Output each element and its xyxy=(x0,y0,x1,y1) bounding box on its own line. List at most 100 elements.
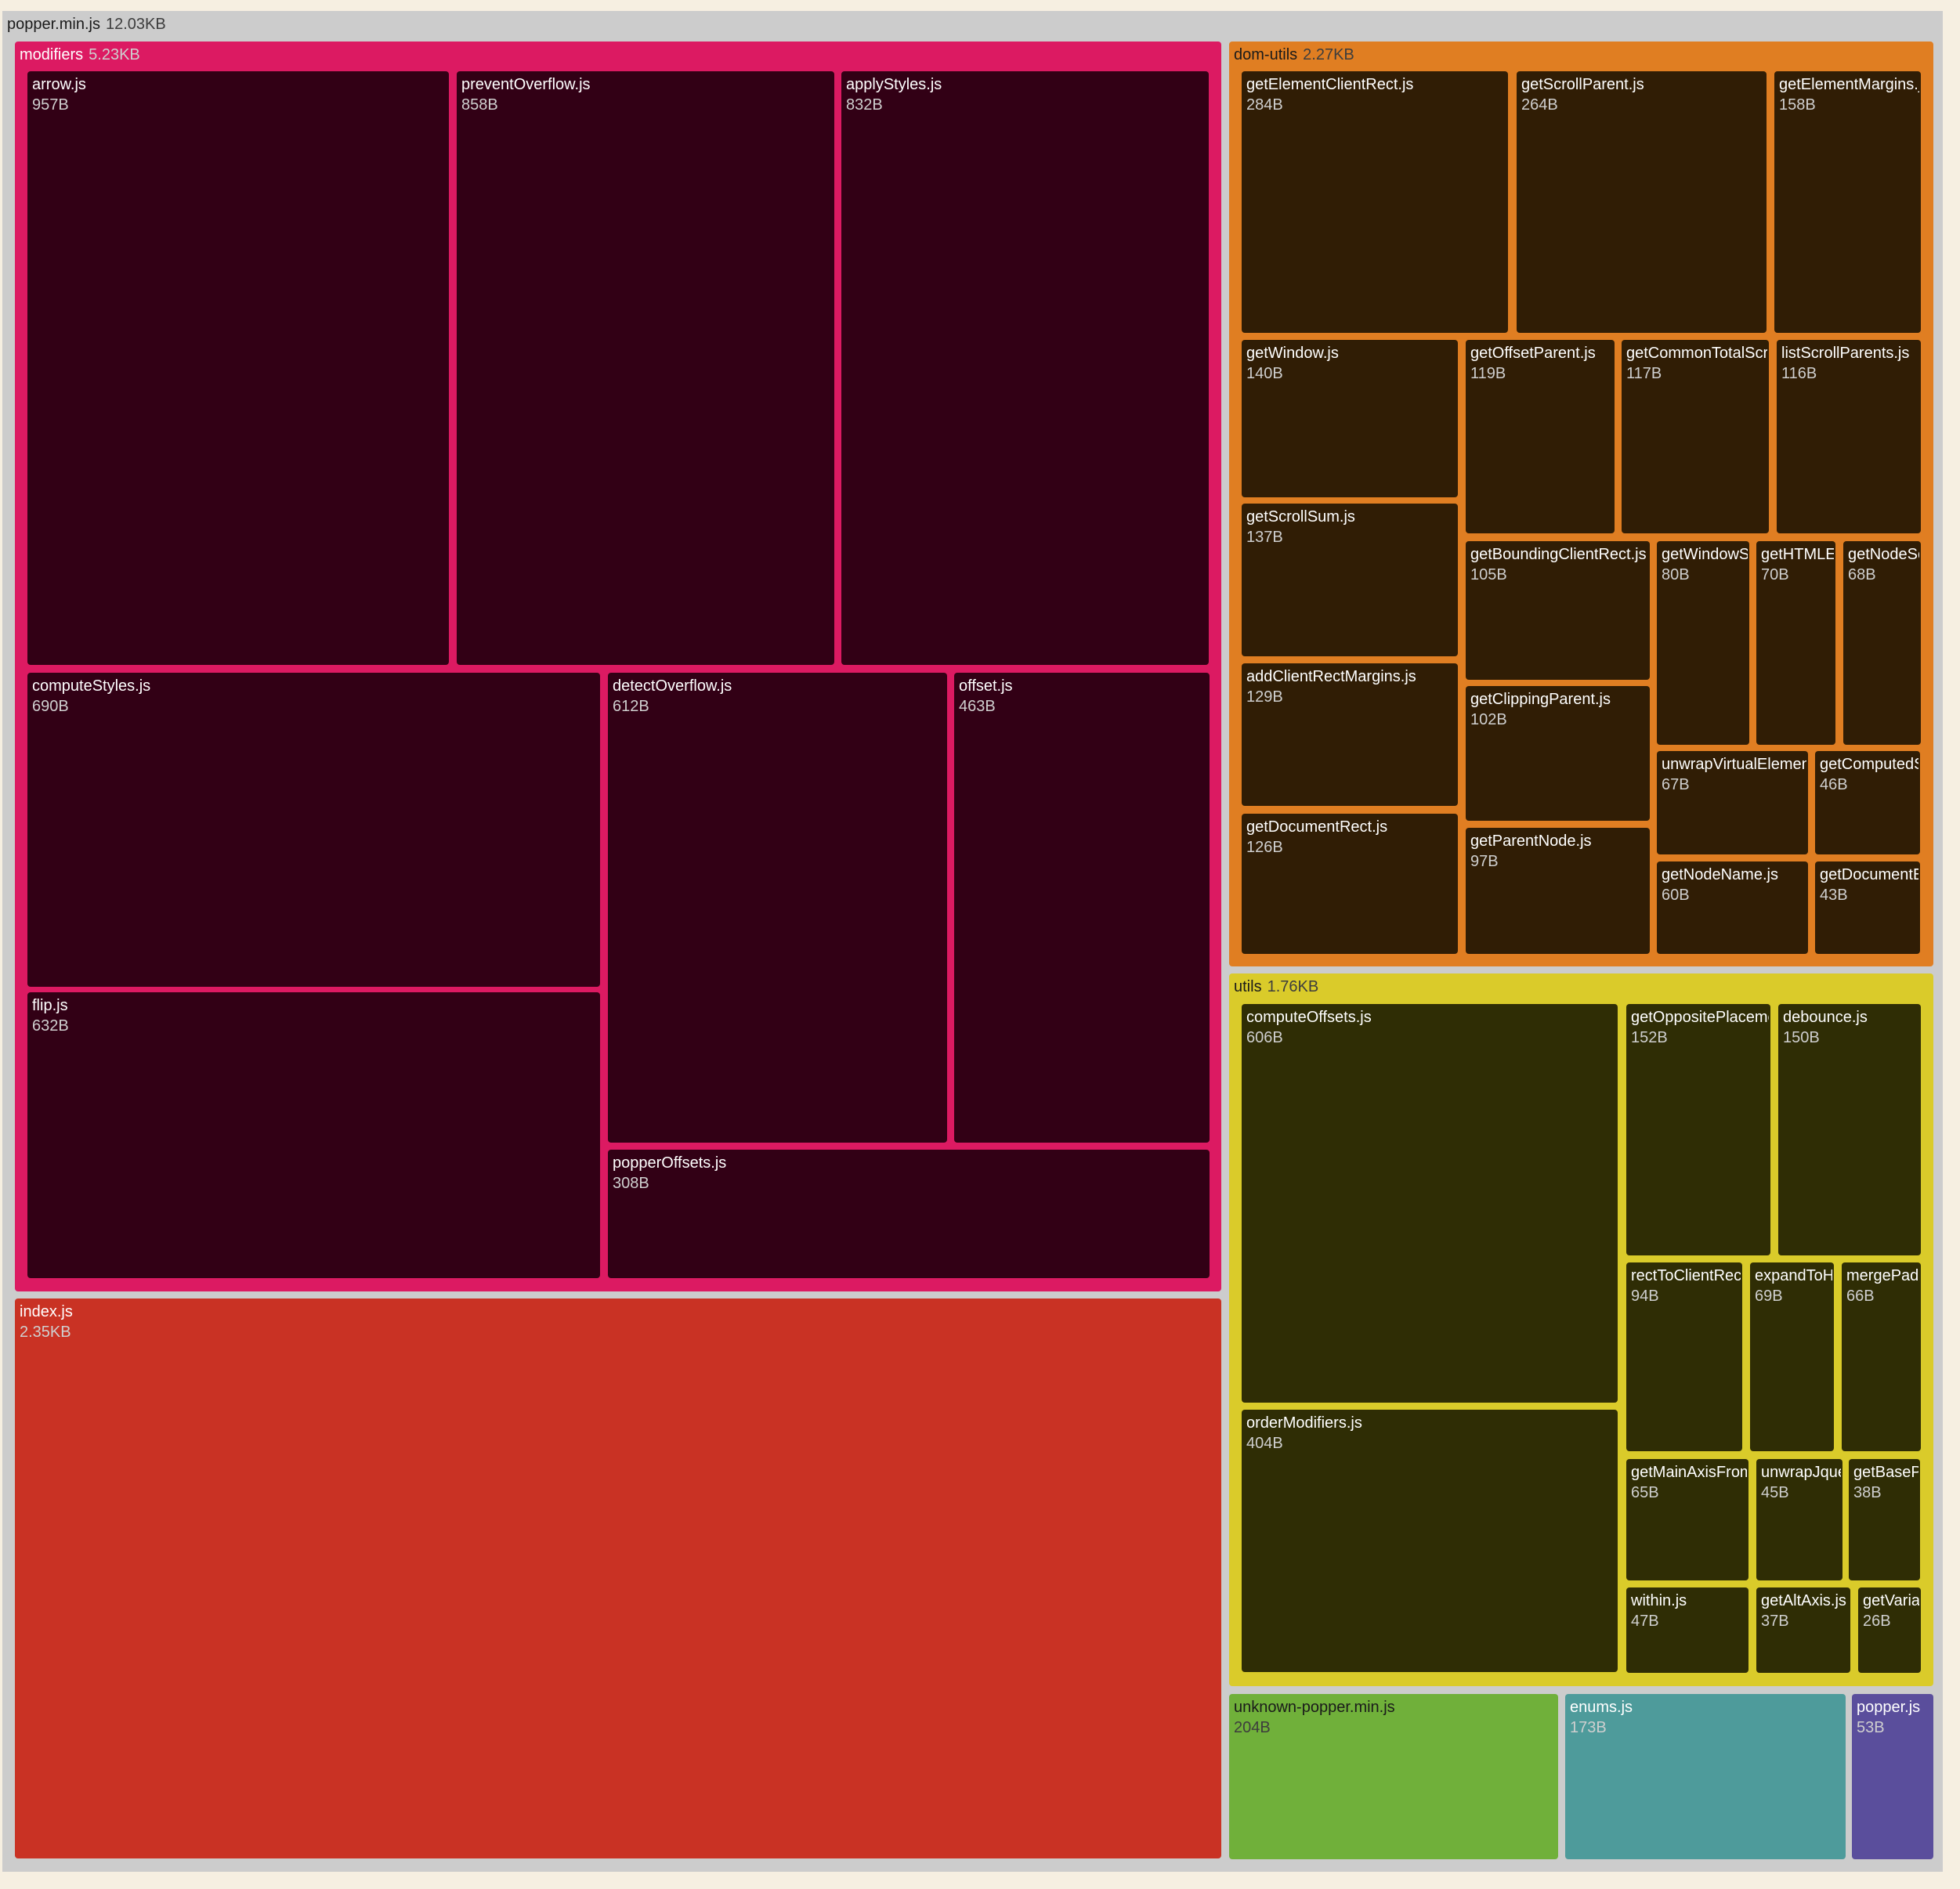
treemap-item-name: getCommonTotalScroll.js xyxy=(1626,345,1767,362)
treemap-label: getCommonTotalScroll.js 117B xyxy=(1626,343,1767,384)
treemap-leaf-getelementmargins[interactable]: getElementMargins.js 158B xyxy=(1774,71,1921,333)
treemap-leaf-gethtmlelementscroll[interactable]: getHTMLElementScroll.js 70B xyxy=(1756,541,1835,745)
treemap-item-size: 117B xyxy=(1626,365,1662,382)
treemap-item-name: expandToHashMap.js xyxy=(1755,1267,1832,1284)
treemap-item-name: arrow.js xyxy=(32,76,86,93)
treemap-leaf-offset[interactable]: offset.js 463B xyxy=(954,673,1210,1143)
treemap-item-size: 612B xyxy=(613,698,649,715)
treemap-label: enums.js 173B xyxy=(1570,1697,1844,1738)
treemap-item-size: 308B xyxy=(613,1175,649,1192)
treemap-item-name: getParentNode.js xyxy=(1470,833,1592,850)
treemap-leaf-getelementclientrect[interactable]: getElementClientRect.js 284B xyxy=(1242,71,1508,333)
treemap-label: arrow.js 957B xyxy=(32,74,447,115)
treemap-leaf-flip[interactable]: flip.js 632B xyxy=(27,992,600,1278)
treemap-item-size: 65B xyxy=(1631,1484,1659,1501)
treemap-item-size: 119B xyxy=(1470,365,1506,382)
treemap-item-name: listScrollParents.js xyxy=(1781,345,1910,362)
treemap-leaf-addclientrectmargins[interactable]: addClientRectMargins.js 129B xyxy=(1242,663,1458,806)
treemap-leaf-unwrapjqueryelement[interactable]: unwrapJqueryElement.js 45B xyxy=(1756,1459,1842,1580)
treemap-label: getClippingParent.js 102B xyxy=(1470,689,1648,730)
treemap-leaf-getcomputedstyle[interactable]: getComputedStyle.js 46B xyxy=(1815,751,1920,854)
treemap-leaf-getwindow[interactable]: getWindow.js 140B xyxy=(1242,340,1458,497)
treemap-leaf-popper[interactable]: popper.js 53B xyxy=(1852,1694,1933,1859)
treemap-item-name: computeOffsets.js xyxy=(1246,1009,1372,1026)
treemap-item-size: 53B xyxy=(1857,1719,1885,1736)
treemap-label: getWindowScroll.js 80B xyxy=(1662,544,1748,585)
treemap-leaf-getdocumentelement[interactable]: getDocumentElement.js 43B xyxy=(1815,861,1920,954)
treemap-leaf-getnodescroll[interactable]: getNodeScroll.js 68B xyxy=(1843,541,1921,745)
treemap-leaf-getwindowscroll[interactable]: getWindowScroll.js 80B xyxy=(1657,541,1749,745)
treemap-leaf-listscrollparents[interactable]: listScrollParents.js 116B xyxy=(1777,340,1921,533)
treemap-leaf-getboundingclientrect[interactable]: getBoundingClientRect.js 105B xyxy=(1466,541,1650,680)
treemap-leaf-unknown-popper-min[interactable]: unknown-popper.min.js 204B xyxy=(1229,1694,1558,1859)
treemap-item-name: enums.js xyxy=(1570,1699,1633,1716)
treemap-leaf-mergepaddingobject[interactable]: mergePaddingObject.js 66B xyxy=(1842,1262,1921,1451)
treemap-item-name: getVariation.js xyxy=(1863,1592,1919,1609)
treemap-leaf-getparentnode[interactable]: getParentNode.js 97B xyxy=(1466,828,1650,954)
treemap-leaf-applystyles[interactable]: applyStyles.js 832B xyxy=(841,71,1209,665)
treemap-item-size: 102B xyxy=(1470,711,1507,728)
treemap-item-size: 70B xyxy=(1761,566,1789,583)
treemap-leaf-getvariation[interactable]: getVariation.js 26B xyxy=(1858,1587,1921,1673)
treemap-item-name: computeStyles.js xyxy=(32,677,151,695)
treemap-leaf-ordermodifiers[interactable]: orderModifiers.js 404B xyxy=(1242,1410,1618,1672)
treemap-item-name: popper.min.js xyxy=(7,16,100,33)
treemap-label: listScrollParents.js 116B xyxy=(1781,343,1919,384)
treemap-item-size: 80B xyxy=(1662,566,1690,583)
treemap-item-name: getClippingParent.js xyxy=(1470,691,1611,708)
treemap-label: getOffsetParent.js 119B xyxy=(1470,343,1613,384)
treemap-leaf-index[interactable]: index.js 2.35KB xyxy=(15,1298,1221,1858)
treemap-label: detectOverflow.js 612B xyxy=(613,676,946,717)
treemap-item-name: popperOffsets.js xyxy=(613,1154,727,1172)
treemap-label: offset.js 463B xyxy=(959,676,1208,717)
treemap-item-size: 2.27KB xyxy=(1303,46,1354,63)
treemap-label: getComputedStyle.js 46B xyxy=(1820,754,1918,795)
treemap-leaf-getnodename[interactable]: getNodeName.js 60B xyxy=(1657,861,1808,954)
treemap-item-size: 105B xyxy=(1470,566,1507,583)
treemap-leaf-getmainaxisfromplacement[interactable]: getMainAxisFromPlacement.js 65B xyxy=(1626,1459,1748,1580)
treemap-leaf-getscrollsum[interactable]: getScrollSum.js 137B xyxy=(1242,504,1458,656)
treemap-leaf-computeoffsets[interactable]: computeOffsets.js 606B xyxy=(1242,1004,1618,1403)
treemap-item-size: 43B xyxy=(1820,887,1848,904)
treemap-label: getMainAxisFromPlacement.js 65B xyxy=(1631,1462,1747,1503)
treemap-leaf-enums[interactable]: enums.js 173B xyxy=(1565,1694,1846,1859)
treemap-item-name: preventOverflow.js xyxy=(461,76,591,93)
treemap-label: popper.min.js 12.03KB xyxy=(7,14,1941,34)
treemap-leaf-within[interactable]: within.js 47B xyxy=(1626,1587,1748,1673)
treemap-leaf-getclippingparent[interactable]: getClippingParent.js 102B xyxy=(1466,686,1650,821)
treemap-leaf-recttoclientrect[interactable]: rectToClientRect.js 94B xyxy=(1626,1262,1742,1451)
treemap-leaf-getdocumentrect[interactable]: getDocumentRect.js 126B xyxy=(1242,814,1458,954)
treemap-label: getBasePlacement.js 38B xyxy=(1853,1462,1918,1503)
treemap-leaf-getaltaxis[interactable]: getAltAxis.js 37B xyxy=(1756,1587,1850,1673)
treemap-item-size: 858B xyxy=(461,96,498,114)
treemap-label: preventOverflow.js 858B xyxy=(461,74,833,115)
treemap-item-name: dom-utils xyxy=(1234,46,1298,63)
treemap-item-size: 152B xyxy=(1631,1029,1668,1046)
treemap-leaf-unwrapvirtualelement[interactable]: unwrapVirtualElement.js 67B xyxy=(1657,751,1808,854)
treemap-item-size: 173B xyxy=(1570,1719,1607,1736)
treemap-item-size: 67B xyxy=(1662,776,1690,793)
treemap-leaf-getscrollparent[interactable]: getScrollParent.js 264B xyxy=(1517,71,1767,333)
treemap-item-name: getDocumentElement.js xyxy=(1820,866,1918,883)
treemap-label: getScrollParent.js 264B xyxy=(1521,74,1765,115)
treemap-item-name: unknown-popper.min.js xyxy=(1234,1699,1395,1716)
treemap-leaf-getcommontotalscroll[interactable]: getCommonTotalScroll.js 117B xyxy=(1622,340,1769,533)
treemap-leaf-debounce[interactable]: debounce.js 150B xyxy=(1778,1004,1921,1255)
treemap-item-name: getWindowScroll.js xyxy=(1662,546,1748,563)
treemap-item-size: 129B xyxy=(1246,688,1283,706)
treemap-leaf-preventoverflow[interactable]: preventOverflow.js 858B xyxy=(457,71,834,665)
treemap-leaf-detectoverflow[interactable]: detectOverflow.js 612B xyxy=(608,673,947,1143)
treemap-leaf-getoppositeplacement[interactable]: getOppositePlacement.js 152B xyxy=(1626,1004,1770,1255)
treemap-leaf-expandtohashmap[interactable]: expandToHashMap.js 69B xyxy=(1750,1262,1834,1451)
treemap-item-size: 37B xyxy=(1761,1613,1789,1630)
treemap-item-name: getWindow.js xyxy=(1246,345,1339,362)
treemap-leaf-getbaseplacement[interactable]: getBasePlacement.js 38B xyxy=(1849,1459,1920,1580)
treemap-leaf-getoffsetparent[interactable]: getOffsetParent.js 119B xyxy=(1466,340,1615,533)
treemap-label: applyStyles.js 832B xyxy=(846,74,1207,115)
treemap-leaf-arrow[interactable]: arrow.js 957B xyxy=(27,71,449,665)
treemap-label: popperOffsets.js 308B xyxy=(613,1153,1208,1194)
treemap-item-size: 47B xyxy=(1631,1613,1659,1630)
treemap-leaf-computestyles[interactable]: computeStyles.js 690B xyxy=(27,673,600,987)
treemap-leaf-popperoffsets[interactable]: popperOffsets.js 308B xyxy=(608,1150,1210,1278)
treemap-item-name: getElementClientRect.js xyxy=(1246,76,1414,93)
